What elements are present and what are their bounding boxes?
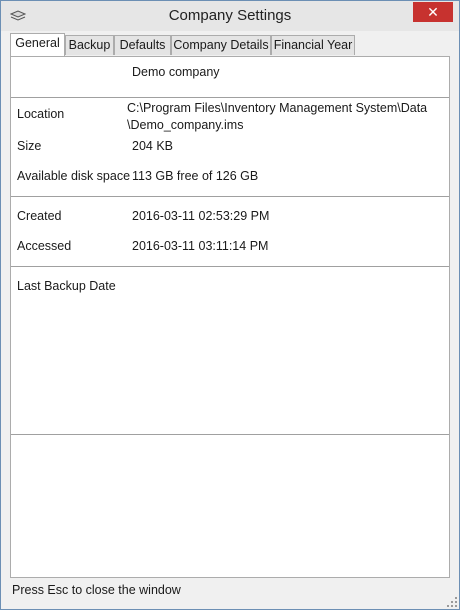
disk-space-value: 113 GB free of 126 GB [132,169,259,183]
divider [11,196,449,197]
resize-grip-icon[interactable] [447,597,457,607]
divider [11,97,449,98]
tab-general[interactable]: General [10,33,65,56]
location-label: Location [17,107,65,121]
size-label: Size [17,139,42,153]
general-tab-panel: Demo company Location C:\Program Files\I… [10,56,450,578]
created-label: Created [17,209,62,223]
title-bar[interactable]: Company Settings ✕ [1,1,459,31]
location-path-line1: C:\Program Files\Inventory Management Sy… [127,101,428,115]
tab-company-details[interactable]: Company Details [171,35,271,55]
tab-financial-year[interactable]: Financial Year [271,35,355,55]
last-backup-label: Last Backup Date [17,279,116,293]
size-value: 204 KB [132,139,174,153]
company-name: Demo company [132,65,220,79]
tab-defaults[interactable]: Defaults [114,35,171,55]
created-value: 2016-03-11 02:53:29 PM [132,209,270,223]
status-text: Press Esc to close the window [12,583,181,597]
location-path-line2: \Demo_company.ims [127,118,244,132]
window-title: Company Settings [168,7,292,24]
accessed-value: 2016-03-11 03:11:14 PM [132,239,269,253]
disk-space-label: Available disk space [17,169,131,183]
close-button[interactable]: ✕ [413,2,453,22]
tab-backup[interactable]: Backup [65,35,114,55]
tab-strip: General Backup Defaults Company Details … [10,33,450,56]
divider [11,434,449,435]
company-settings-window: Company Settings ✕ General Backup Defaul… [0,0,460,610]
divider [11,266,449,267]
accessed-label: Accessed [17,239,72,253]
status-bar: Press Esc to close the window [1,578,459,609]
